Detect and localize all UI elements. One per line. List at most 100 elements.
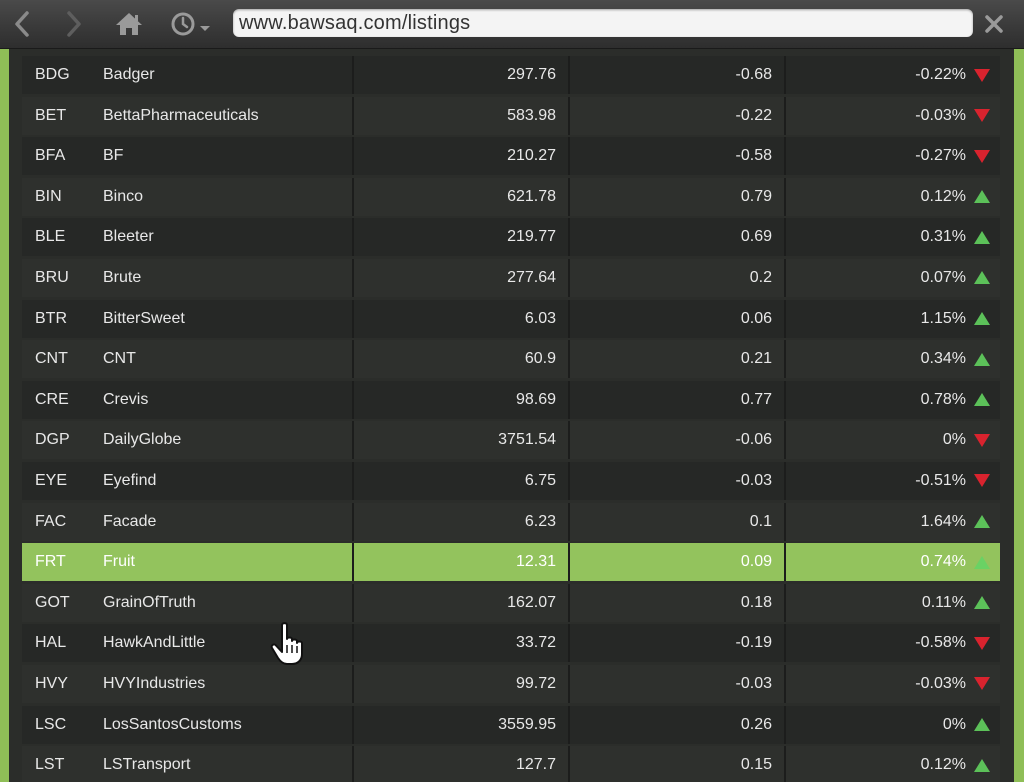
listing-symbol: EYE <box>35 471 68 489</box>
listing-name: Eyefind <box>103 461 354 500</box>
listing-name: Facade <box>103 502 354 541</box>
listing-row-bin[interactable]: BIN Binco 621.78 0.79 0.12% <box>22 177 1000 216</box>
listing-change: -0.19 <box>570 624 786 663</box>
listing-percent-cell: 0.78% <box>786 381 1000 419</box>
listing-percent: -0.58% <box>915 634 966 652</box>
listing-row-ble[interactable]: BLE Bleeter 219.77 0.69 0.31% <box>22 218 1000 257</box>
clock-icon <box>171 12 210 36</box>
listing-percent: 0.34% <box>920 350 966 368</box>
listing-price: 12.31 <box>354 543 570 582</box>
listing-percent: 0.74% <box>920 553 966 571</box>
listing-change: 0.21 <box>570 340 786 379</box>
listing-price: 99.72 <box>354 664 570 703</box>
listing-percent: 0.07% <box>920 268 966 286</box>
browser-toolbar: www.bawsaq.com/listings <box>0 0 1024 49</box>
web-page: BDG Badger 297.76 -0.68 -0.22% BET BettaPharma… <box>0 49 1024 782</box>
listing-row-bru[interactable]: BRU Brute 277.64 0.2 0.07% <box>22 258 1000 297</box>
listing-row-dgp[interactable]: DGP DailyGlobe 3751.54 -0.06 0% <box>22 421 1000 460</box>
listing-symbol: BIN <box>35 187 62 205</box>
listing-percent: 0.12% <box>920 187 966 205</box>
listing-change: 0.18 <box>570 583 786 622</box>
close-button[interactable] <box>978 8 1010 40</box>
arrow-down-icon <box>974 433 990 447</box>
listing-name: LSTransport <box>103 746 354 782</box>
listing-price: 219.77 <box>354 218 570 257</box>
listing-change: -0.03 <box>570 664 786 703</box>
arrow-up-icon <box>974 758 990 772</box>
listing-change: 0.15 <box>570 746 786 782</box>
arrow-up-icon <box>974 230 990 244</box>
home-button[interactable] <box>113 8 145 40</box>
listing-symbol: FRT <box>35 553 66 571</box>
listing-percent-cell: -0.03% <box>786 97 1000 135</box>
listing-percent-cell: 0.74% <box>786 543 1000 581</box>
forward-button[interactable] <box>58 8 90 40</box>
listing-row-bet[interactable]: BET BettaPharmaceuticals 583.98 -0.22 -0.03% <box>22 96 1000 135</box>
listing-change: 0.69 <box>570 218 786 257</box>
arrow-down-icon <box>974 636 990 650</box>
listing-row-eye[interactable]: EYE Eyefind 6.75 -0.03 -0.51% <box>22 461 1000 500</box>
listing-price: 210.27 <box>354 137 570 176</box>
listing-row-frt[interactable]: FRT Fruit 12.31 0.09 0.74% <box>22 543 1000 582</box>
listing-name: DailyGlobe <box>103 421 354 460</box>
listing-percent-cell: -0.03% <box>786 665 1000 703</box>
listing-symbol: GOT <box>35 593 70 611</box>
arrow-down-icon <box>974 68 990 82</box>
back-button[interactable] <box>6 8 38 40</box>
listing-symbol: DGP <box>35 431 70 449</box>
listing-change: 0.79 <box>570 177 786 216</box>
listing-name: BF <box>103 137 354 176</box>
listing-percent: 1.64% <box>920 512 966 530</box>
listing-percent: -0.03% <box>915 674 966 692</box>
listing-name: Bleeter <box>103 218 354 257</box>
listing-row-bfa[interactable]: BFA BF 210.27 -0.58 -0.27% <box>22 137 1000 176</box>
listing-name: BettaPharmaceuticals <box>103 96 354 135</box>
listing-price: 6.75 <box>354 461 570 500</box>
listing-name: Fruit <box>103 543 354 582</box>
listing-name: CNT <box>103 340 354 379</box>
listing-price: 583.98 <box>354 96 570 135</box>
listing-percent: 1.15% <box>920 309 966 327</box>
listing-price: 3559.95 <box>354 705 570 744</box>
listing-percent-cell: 0.34% <box>786 340 1000 378</box>
history-button[interactable] <box>168 8 214 40</box>
listing-percent-cell: 0.12% <box>786 746 1000 782</box>
listing-price: 621.78 <box>354 177 570 216</box>
listing-row-got[interactable]: GOT GrainOfTruth 162.07 0.18 0.11% <box>22 583 1000 622</box>
chevron-right-icon <box>67 11 81 37</box>
listing-symbol: LSC <box>35 715 67 733</box>
listing-row-cre[interactable]: CRE Crevis 98.69 0.77 0.78% <box>22 380 1000 419</box>
listing-name: Crevis <box>103 380 354 419</box>
arrow-down-icon <box>974 109 990 123</box>
listing-change: -0.03 <box>570 461 786 500</box>
listing-change: 0.2 <box>570 258 786 297</box>
listing-row-btr[interactable]: BTR BitterSweet 6.03 0.06 1.15% <box>22 299 1000 338</box>
listing-percent: 0.12% <box>920 756 966 774</box>
listing-percent: 0% <box>942 715 966 733</box>
listing-row-fac[interactable]: FAC Facade 6.23 0.1 1.64% <box>22 502 1000 541</box>
listing-row-hal[interactable]: HAL HawkAndLittle 33.72 -0.19 -0.58% <box>22 624 1000 663</box>
listing-percent-cell: 0% <box>786 421 1000 459</box>
listing-row-lsc[interactable]: LSC LosSantosCustoms 3559.95 0.26 0% <box>22 705 1000 744</box>
listing-symbol: CRE <box>35 390 69 408</box>
listing-percent-cell: 0.07% <box>786 259 1000 297</box>
listing-row-cnt[interactable]: CNT CNT 60.9 0.21 0.34% <box>22 340 1000 379</box>
listing-change: -0.22 <box>570 96 786 135</box>
listing-name: HVYIndustries <box>103 664 354 703</box>
listing-name: Binco <box>103 177 354 216</box>
listing-percent: 0.78% <box>920 390 966 408</box>
listing-percent: -0.27% <box>915 147 966 165</box>
listing-symbol: HAL <box>35 634 67 652</box>
address-bar[interactable]: www.bawsaq.com/listings <box>233 9 973 37</box>
listing-change: -0.58 <box>570 137 786 176</box>
listing-percent: -0.03% <box>915 106 966 124</box>
listing-price: 162.07 <box>354 583 570 622</box>
listing-price: 6.23 <box>354 502 570 541</box>
listing-percent: -0.22% <box>915 66 966 83</box>
listing-row-hvy[interactable]: HVY HVYIndustries 99.72 -0.03 -0.03% <box>22 664 1000 703</box>
listing-percent-cell: 0.31% <box>786 218 1000 256</box>
listing-row-bdg[interactable]: BDG Badger 297.76 -0.68 -0.22% <box>22 56 1000 94</box>
listing-row-lst[interactable]: LST LSTransport 127.7 0.15 0.12% <box>22 746 1000 782</box>
listing-symbol: BET <box>35 106 67 124</box>
listing-change: 0.26 <box>570 705 786 744</box>
